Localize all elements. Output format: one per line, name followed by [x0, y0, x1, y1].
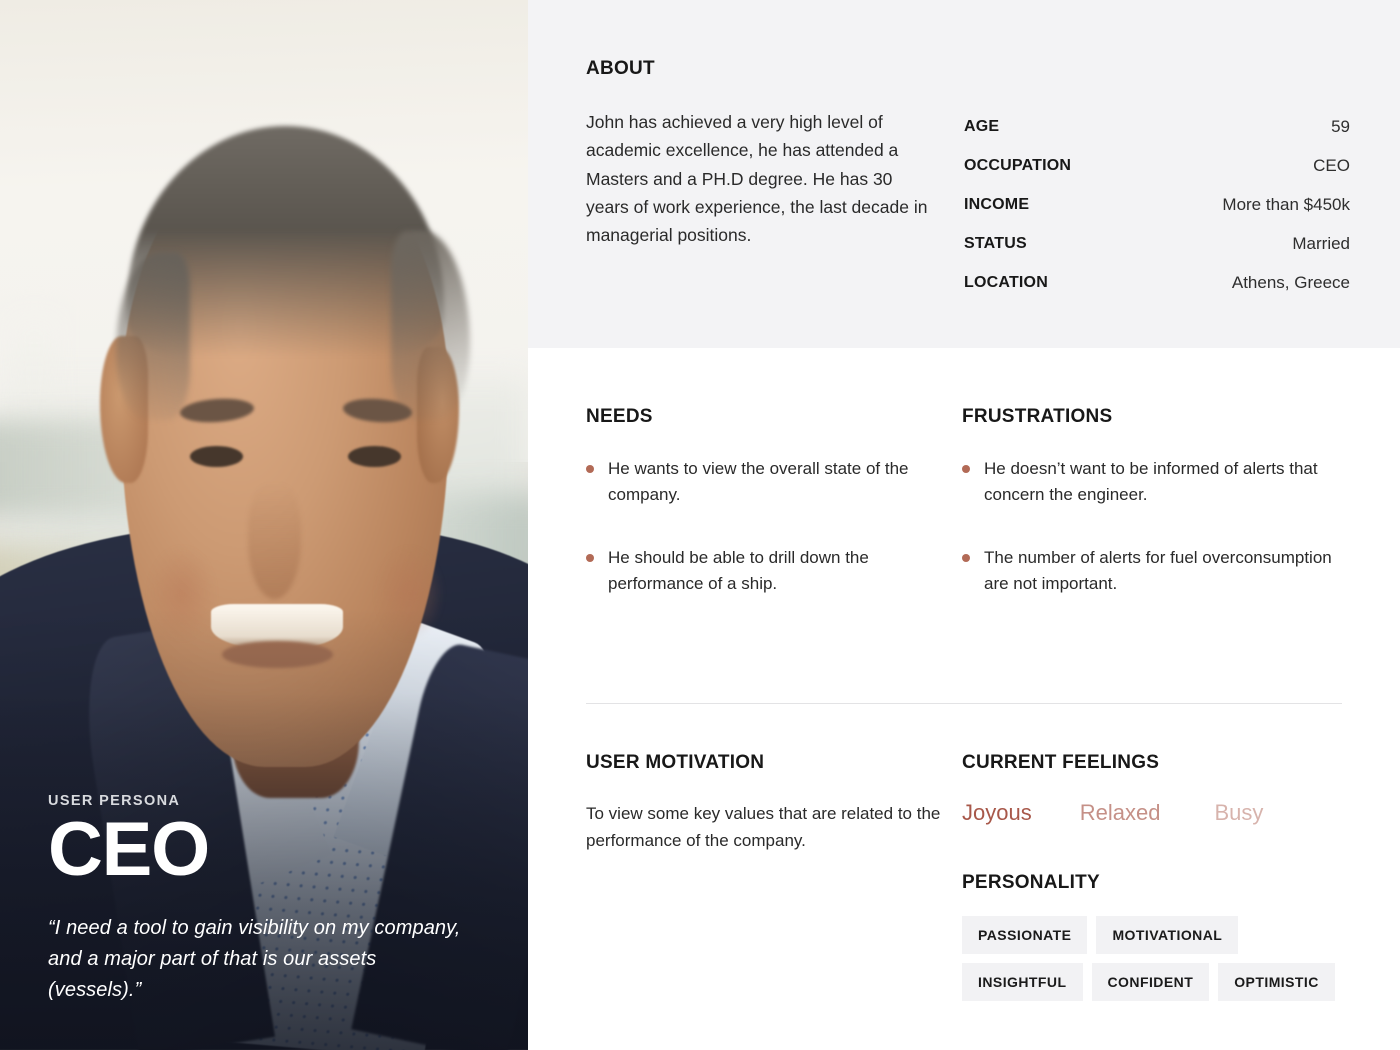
personality-tag: INSIGHTFUL [962, 963, 1083, 1001]
persona-photo-panel: USER PERSONA CEO “I need a tool to gain … [0, 0, 528, 1050]
user-persona-sheet: USER PERSONA CEO “I need a tool to gain … [0, 0, 1400, 1050]
attribute-key: INCOME [964, 195, 1030, 213]
section-divider [586, 703, 1342, 704]
needs-list: He wants to view the overall state of th… [586, 456, 964, 597]
about-bio-text: John has achieved a very high level of a… [586, 112, 928, 246]
attributes-body: AGE 59 OCCUPATION CEO INCOME More than $… [964, 108, 1350, 302]
personality-tag: PASSIONATE [962, 916, 1088, 954]
current-feelings-section: CURRENT FEELINGS Joyous Relaxed Busy [962, 752, 1340, 826]
frustrations-section: FRUSTRATIONS He doesn’t want to be infor… [962, 406, 1340, 597]
portrait-nose [248, 483, 301, 599]
personality-tag-row: INSIGHTFUL CONFIDENT OPTIMISTIC [962, 963, 1372, 1001]
attribute-value: Athens, Greece [1231, 272, 1350, 292]
attribute-value: Married [1292, 233, 1350, 253]
about-heading: ABOUT [586, 58, 655, 79]
personality-tag: MOTIVATIONAL [1096, 916, 1239, 954]
feelings-list: Joyous Relaxed Busy [962, 800, 1340, 826]
motivation-heading: USER MOTIVATION [586, 752, 765, 773]
personality-section: PERSONALITY PASSIONATE MOTIVATIONAL INSI… [962, 872, 1372, 1010]
about-section: ABOUT John has achieved a very high leve… [586, 58, 1376, 302]
list-item: He should be able to drill down the perf… [586, 545, 964, 598]
user-motivation-section: USER MOTIVATION To view some key values … [586, 752, 964, 854]
persona-role-title: CEO [48, 806, 210, 892]
list-item: He wants to view the overall state of th… [586, 456, 964, 509]
about-text-column: ABOUT John has achieved a very high leve… [586, 58, 934, 302]
table-row: LOCATION Athens, Greece [964, 263, 1350, 302]
feeling-item: Joyous [962, 800, 1032, 825]
frustrations-heading: FRUSTRATIONS [962, 406, 1113, 427]
list-item: The number of alerts for fuel overconsum… [962, 545, 1340, 598]
personality-tag: CONFIDENT [1091, 963, 1210, 1001]
personality-heading: PERSONALITY [962, 872, 1100, 893]
persona-attributes-table: AGE 59 OCCUPATION CEO INCOME More than $… [964, 108, 1350, 302]
attribute-key: STATUS [964, 234, 1027, 252]
personality-tag: OPTIMISTIC [1218, 963, 1335, 1001]
list-item: He doesn’t want to be informed of alerts… [962, 456, 1340, 509]
personality-tag-row: PASSIONATE MOTIVATIONAL [962, 916, 1372, 954]
personality-tag-groups: PASSIONATE MOTIVATIONAL INSIGHTFUL CONFI… [962, 916, 1372, 1001]
needs-heading: NEEDS [586, 406, 653, 427]
persona-details-panel: ABOUT John has achieved a very high leve… [528, 0, 1400, 1050]
attribute-value: 59 [1331, 117, 1350, 137]
motivation-text: To view some key values that are related… [586, 804, 941, 851]
attribute-value: CEO [1313, 156, 1350, 176]
persona-identity-overlay: USER PERSONA CEO “I need a tool to gain … [48, 793, 468, 1006]
feelings-heading: CURRENT FEELINGS [962, 752, 1160, 773]
table-row: OCCUPATION CEO [964, 147, 1350, 186]
attribute-value: More than $450k [1222, 194, 1350, 214]
feeling-item: Relaxed [1079, 800, 1161, 825]
attribute-key: OCCUPATION [964, 157, 1072, 175]
frustrations-list: He doesn’t want to be informed of alerts… [962, 456, 1340, 597]
feeling-item: Busy [1214, 800, 1264, 825]
persona-quote: “I need a tool to gain visibility on my … [48, 917, 461, 1001]
table-row: AGE 59 [964, 108, 1350, 147]
attribute-key: LOCATION [964, 273, 1048, 291]
table-row: STATUS Married [964, 224, 1350, 263]
needs-section: NEEDS He wants to view the overall state… [586, 406, 964, 597]
attribute-key: AGE [964, 118, 1000, 136]
table-row: INCOME More than $450k [964, 186, 1350, 225]
